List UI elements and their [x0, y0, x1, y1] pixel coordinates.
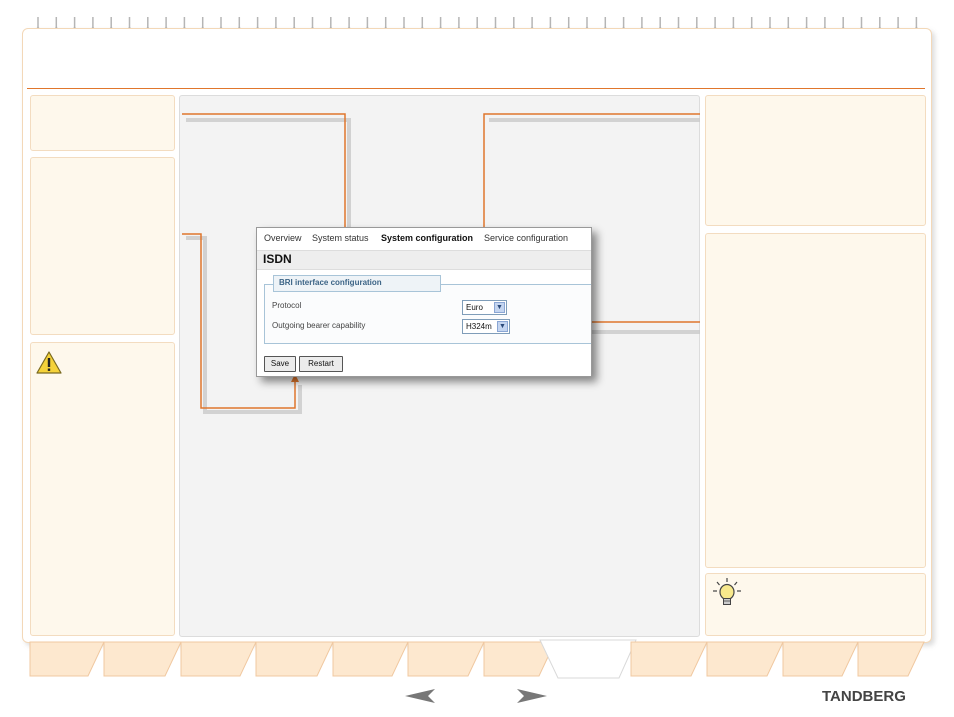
chapter-tab — [857, 641, 925, 677]
chapter-tab — [180, 641, 257, 677]
save-button[interactable]: Save — [264, 356, 296, 372]
chapter-tab — [630, 641, 708, 677]
tandberg-logo: TANDBERG — [822, 688, 906, 705]
chapter-tab — [539, 639, 637, 679]
chapter-tab — [706, 641, 784, 677]
top-navigation: Overview System status System configurat… — [257, 228, 591, 248]
chevron-down-icon[interactable]: ▼ — [494, 302, 505, 313]
chapter-tab — [255, 641, 334, 677]
chapter-tab — [29, 641, 105, 677]
chevron-down-icon[interactable]: ▼ — [497, 321, 508, 332]
next-arrow-icon[interactable] — [516, 688, 548, 704]
outgoing-bearer-capability-label: Outgoing bearer capability — [272, 321, 366, 330]
fieldset-legend-text: BRI interface configuration — [279, 278, 382, 287]
fieldset-legend: BRI interface configuration — [273, 275, 441, 292]
chapter-tabs[interactable] — [0, 638, 954, 684]
prev-arrow-icon[interactable] — [404, 688, 436, 704]
protocol-select[interactable]: Euro ▼ — [462, 300, 507, 315]
protocol-label: Protocol — [272, 301, 302, 310]
bri-interface-fieldset — [264, 284, 591, 344]
page-title: ISDN — [263, 252, 292, 266]
page-title-bar: ISDN — [257, 250, 591, 270]
nav-tab-overview[interactable]: Overview — [264, 233, 302, 243]
outgoing-bearer-capability-value: H324m — [466, 322, 492, 331]
chapter-tab — [407, 641, 485, 677]
chapter-tab — [103, 641, 182, 677]
nav-tab-service-configuration[interactable]: Service configuration — [484, 233, 568, 243]
chapter-tab — [782, 641, 859, 677]
nav-tab-system-status[interactable]: System status — [312, 233, 369, 243]
chapter-tab — [332, 641, 409, 677]
protocol-select-value: Euro — [466, 303, 483, 312]
restart-button[interactable]: Restart — [299, 356, 343, 372]
embedded-ui-screenshot: Overview System status System configurat… — [256, 227, 592, 377]
outgoing-bearer-capability-select[interactable]: H324m ▼ — [462, 319, 510, 334]
nav-tab-system-configuration[interactable]: System configuration — [381, 233, 473, 243]
